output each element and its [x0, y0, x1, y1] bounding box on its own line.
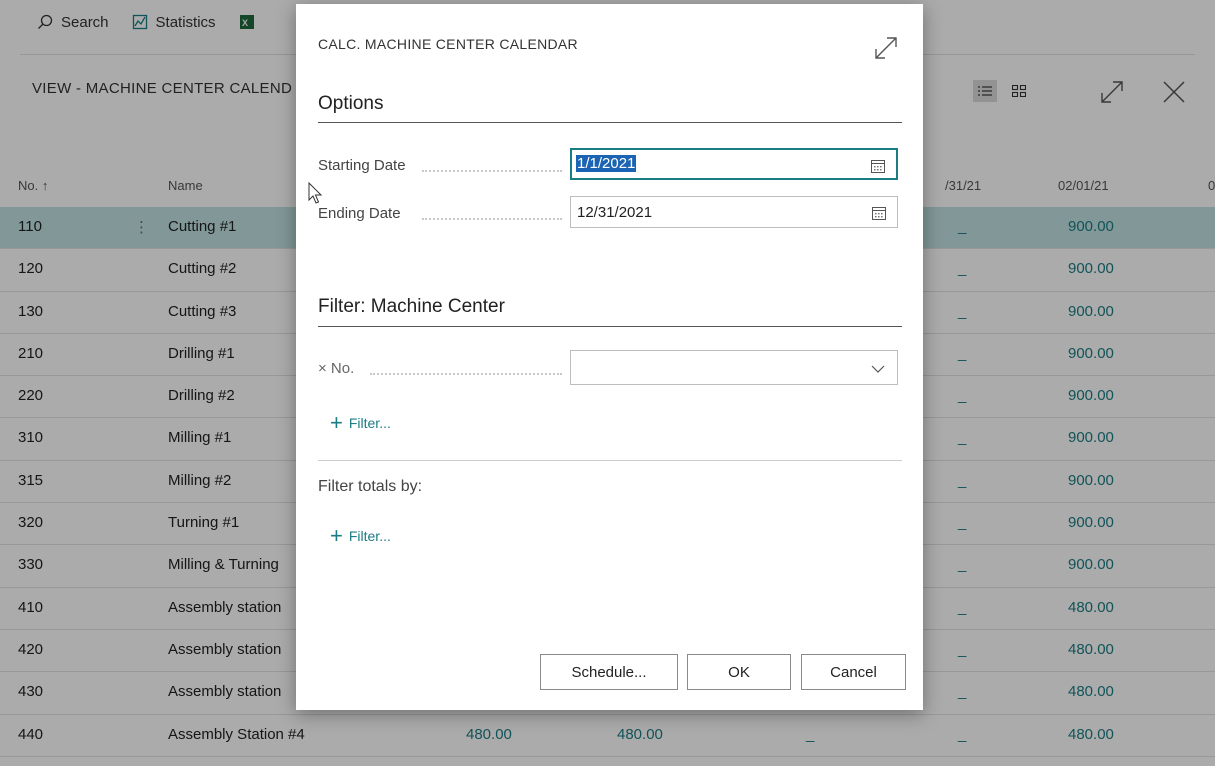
add-filter-label: Filter...	[348, 415, 391, 431]
dot-leader	[370, 373, 562, 375]
ok-button[interactable]: OK	[687, 654, 791, 690]
plus-icon: +	[330, 523, 343, 548]
no-filter-label[interactable]: × No.	[318, 360, 354, 377]
dot-leader	[422, 170, 562, 172]
schedule-button[interactable]: Schedule...	[540, 654, 678, 690]
ending-date-field[interactable]: 12/31/2021	[570, 196, 898, 228]
starting-date-value: 1/1/2021	[576, 155, 637, 172]
ending-date-label: Ending Date	[318, 205, 401, 222]
add-totals-filter-link[interactable]: + Filter...	[330, 523, 391, 548]
calc-machine-center-calendar-dialog: CALC. MACHINE CENTER CALENDAR Options St…	[296, 4, 923, 710]
add-totals-filter-label: Filter...	[348, 528, 391, 544]
plus-icon: +	[330, 410, 343, 435]
mouse-pointer-icon	[308, 181, 324, 211]
starting-date-label: Starting Date	[318, 157, 406, 174]
dot-leader	[422, 218, 562, 220]
expand-dialog-icon[interactable]	[872, 34, 900, 67]
filter-totals-divider	[318, 460, 902, 461]
filter-divider	[318, 326, 902, 327]
add-filter-link[interactable]: + Filter...	[330, 410, 391, 435]
calendar-icon[interactable]	[871, 205, 887, 226]
cancel-button[interactable]: Cancel	[801, 654, 906, 690]
options-divider	[318, 122, 902, 123]
dialog-title: CALC. MACHINE CENTER CALENDAR	[318, 36, 578, 52]
filter-machine-center-heading[interactable]: Filter: Machine Center	[318, 296, 505, 318]
chevron-down-icon	[871, 361, 885, 379]
calendar-icon[interactable]	[870, 158, 886, 179]
ending-date-value: 12/31/2021	[577, 204, 653, 221]
options-heading[interactable]: Options	[318, 93, 383, 115]
starting-date-field[interactable]: 1/1/2021	[570, 148, 898, 180]
filter-totals-label: Filter totals by:	[318, 478, 423, 495]
no-filter-dropdown[interactable]	[570, 350, 898, 385]
